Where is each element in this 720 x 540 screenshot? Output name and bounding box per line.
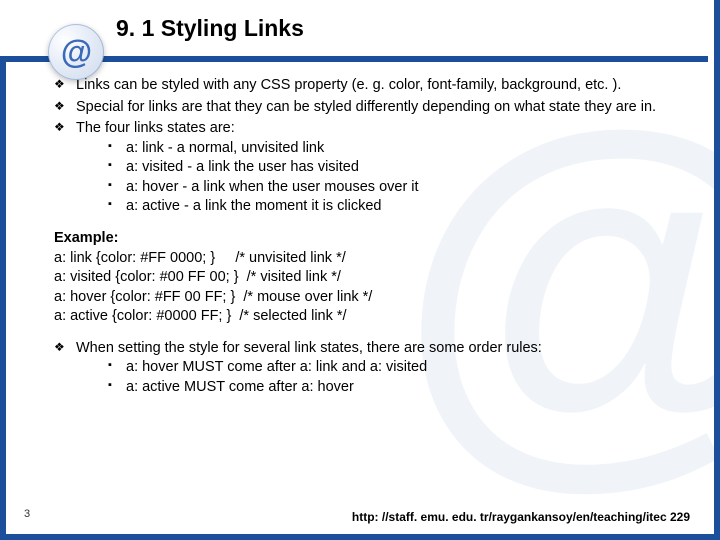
example-line: a: visited {color: #00 FF 00; } /* visit… xyxy=(54,268,682,288)
slide-content: Links can be styled with any CSS propert… xyxy=(54,76,682,498)
state-text: a: active - a link the moment it is clic… xyxy=(126,198,381,214)
bullet-item: When setting the style for several link … xyxy=(54,339,682,398)
at-icon: @ xyxy=(48,24,104,80)
rule-text: a: active MUST come after a: hover xyxy=(126,379,354,395)
rule-item: a: active MUST come after a: hover xyxy=(108,378,682,398)
rules-list: a: hover MUST come after a: link and a: … xyxy=(76,358,682,397)
example-line: a: link {color: #FF 0000; } /* unvisited… xyxy=(54,249,682,269)
state-text: a: visited - a link the user has visited xyxy=(126,159,359,175)
rule-item: a: hover MUST come after a: link and a: … xyxy=(108,358,682,378)
example-block: Example: a: link {color: #FF 0000; } /* … xyxy=(54,229,682,327)
state-item: a: visited - a link the user has visited xyxy=(108,158,682,178)
bullet-text: Special for links are that they can be s… xyxy=(76,99,656,115)
state-item: a: active - a link the moment it is clic… xyxy=(108,197,682,217)
bullet-list-1: Links can be styled with any CSS propert… xyxy=(54,76,682,217)
state-item: a: link - a normal, unvisited link xyxy=(108,139,682,159)
bullet-list-2: When setting the style for several link … xyxy=(54,339,682,398)
bullet-text: Links can be styled with any CSS propert… xyxy=(76,77,621,93)
page-number: 3 xyxy=(24,508,30,520)
bullet-item: Special for links are that they can be s… xyxy=(54,98,682,118)
example-line: a: hover {color: #FF 00 FF; } /* mouse o… xyxy=(54,288,682,308)
bullet-item: Links can be styled with any CSS propert… xyxy=(54,76,682,96)
title-bar: @ 9. 1 Styling Links xyxy=(6,0,714,56)
footer-url: http: //staff. emu. edu. tr/raygankansoy… xyxy=(352,510,690,524)
slide-frame: @ 9. 1 Styling Links Links can be styled… xyxy=(0,0,720,540)
state-item: a: hover - a link when the user mouses o… xyxy=(108,178,682,198)
slide-title: 9. 1 Styling Links xyxy=(116,15,304,42)
bullet-text: When setting the style for several link … xyxy=(76,340,542,356)
example-line: a: active {color: #0000 FF; } /* selecte… xyxy=(54,307,682,327)
bullet-item: The four links states are: a: link - a n… xyxy=(54,119,682,217)
rule-text: a: hover MUST come after a: link and a: … xyxy=(126,359,427,375)
state-text: a: hover - a link when the user mouses o… xyxy=(126,179,419,195)
states-list: a: link - a normal, unvisited link a: vi… xyxy=(76,139,682,217)
state-text: a: link - a normal, unvisited link xyxy=(126,140,324,156)
title-rule xyxy=(46,56,708,62)
bullet-text: The four links states are: xyxy=(76,120,235,136)
example-label: Example: xyxy=(54,229,682,249)
